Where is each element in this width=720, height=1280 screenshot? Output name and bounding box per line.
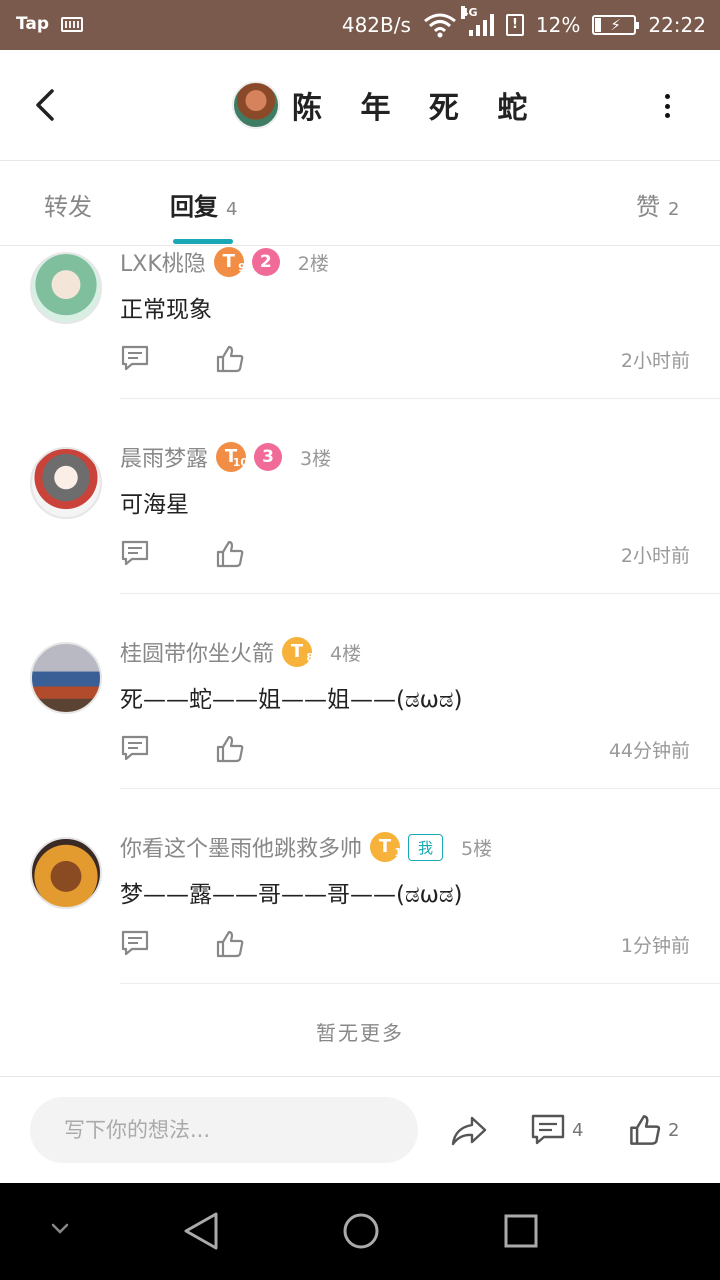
level-badge: T 10: [216, 442, 248, 472]
comment-icon[interactable]: [120, 539, 150, 567]
reply-time: 44分钟前: [608, 740, 690, 762]
level-badge-number: 1: [394, 846, 403, 859]
reply-actions: 2小时前: [120, 539, 690, 571]
reply-actions: 44分钟前: [120, 734, 690, 766]
reply-time: 2小时前: [620, 545, 690, 567]
reply-time: 1分钟前: [620, 935, 690, 957]
me-tag: 我: [408, 833, 444, 861]
reply-content: 梦——露——哥——哥——(ಡωಡ): [120, 882, 463, 908]
reply-item: 晨雨梦露 T 10 3 3楼 可海星 2小时前: [0, 399, 720, 594]
top-bar: 陈 年 死 蛇: [0, 50, 720, 161]
username[interactable]: 桂圆带你坐火箭: [120, 636, 274, 668]
share-icon[interactable]: [450, 1115, 488, 1147]
status-bar: Tap 482B/s 4G ! 12% ⚡ 22:22: [0, 0, 720, 50]
no-more-text: 暂无更多: [316, 1021, 404, 1045]
battery-percent: 12%: [535, 13, 581, 37]
comment-input[interactable]: [30, 1097, 418, 1163]
home-circle-icon[interactable]: [342, 1211, 380, 1251]
level-badge-number: 8: [306, 651, 315, 664]
floor-number: 4楼: [330, 642, 362, 665]
thumbs-up-icon[interactable]: [215, 344, 245, 374]
thumbs-up-icon[interactable]: [215, 929, 245, 959]
reply-time: 2小时前: [620, 350, 690, 372]
comment-count-button[interactable]: 4: [530, 1113, 583, 1147]
page-title: 陈 年 死 蛇: [292, 91, 542, 126]
user-avatar[interactable]: [30, 252, 102, 324]
rank-badge: 3: [254, 443, 283, 471]
level-badge-number: 10: [232, 456, 249, 469]
floor-number: 3楼: [300, 447, 332, 470]
like-count: 2: [668, 1119, 680, 1141]
username[interactable]: 晨雨梦露: [120, 441, 208, 473]
system-nav-bar: [0, 1183, 720, 1280]
reply-meta: 你看这个墨雨他跳救多帅 T1 我 5楼: [120, 831, 492, 863]
comment-icon[interactable]: [120, 929, 150, 957]
floor-number: 5楼: [461, 837, 493, 860]
level-badge-letter: T: [378, 836, 392, 857]
comment-icon[interactable]: [120, 734, 150, 762]
reply-actions: 1分钟前: [120, 929, 690, 961]
network-type: 4G: [460, 6, 478, 19]
chevron-left-icon[interactable]: [28, 85, 68, 125]
floor-number: 2楼: [297, 252, 329, 275]
username[interactable]: 你看这个墨雨他跳救多帅: [120, 831, 362, 863]
level-badge: T8: [282, 637, 314, 667]
reply-item: 你看这个墨雨他跳救多帅 T1 我 5楼 梦——露——哥——哥——(ಡωಡ) 1分…: [0, 789, 720, 984]
reply-content: 正常现象: [120, 297, 212, 323]
status-left: Tap: [16, 14, 84, 34]
recent-apps-icon[interactable]: [503, 1213, 539, 1249]
signal-icon: 4G: [460, 6, 494, 36]
keyboard-icon: [61, 16, 84, 32]
level-badge: T1: [370, 832, 402, 862]
sim-alert-icon: !: [505, 14, 524, 36]
battery-icon: ⚡: [592, 15, 640, 35]
thumbs-up-icon[interactable]: [215, 539, 245, 569]
level-badge: T9: [213, 247, 246, 277]
comment-icon: [531, 1114, 565, 1145]
user-avatar[interactable]: [30, 837, 102, 909]
like-count-button[interactable]: 2: [628, 1113, 679, 1147]
comment-bar: 4 2: [0, 1077, 720, 1183]
net-speed: 482B/s: [341, 13, 411, 37]
author-avatar[interactable]: [232, 81, 280, 129]
app-label: Tap: [16, 14, 50, 34]
reply-item: 桂圆带你坐火箭 T8 4楼 死——蛇——姐——姐——(ಡωಡ) 44分钟前: [0, 594, 720, 789]
back-triangle-icon[interactable]: [182, 1211, 220, 1251]
reply-actions: 2小时前: [120, 344, 690, 376]
reply-content: 可海星: [120, 492, 189, 518]
reply-meta: 桂圆带你坐火箭 T8 4楼: [120, 636, 361, 668]
comment-icon[interactable]: [120, 344, 150, 372]
level-badge-letter: T: [290, 641, 304, 662]
user-avatar[interactable]: [30, 642, 102, 714]
reply-content: 死——蛇——姐——姐——(ಡωಡ): [120, 687, 463, 713]
wifi-icon: [423, 13, 456, 38]
status-right: 482B/s 4G ! 12% ⚡ 22:22: [341, 6, 706, 38]
level-badge-letter: T: [222, 251, 235, 272]
divider: [120, 983, 720, 984]
clock: 22:22: [648, 13, 706, 37]
reply-meta: 晨雨梦露 T 10 3 3楼: [120, 441, 331, 473]
more-vertical-icon[interactable]: [662, 94, 672, 118]
page-title-group[interactable]: 陈 年 死 蛇: [232, 81, 541, 129]
reply-meta: LXK桃隐 T9 2 2楼: [120, 246, 329, 278]
username[interactable]: LXK桃隐: [120, 246, 206, 278]
rank-badge: 2: [251, 248, 280, 276]
comment-count: 4: [572, 1119, 584, 1141]
user-avatar[interactable]: [30, 447, 102, 519]
thumbs-up-icon[interactable]: [215, 734, 245, 764]
thumbs-up-icon: [630, 1115, 661, 1145]
level-badge-number: 9: [238, 261, 246, 274]
reply-item: LXK桃隐 T9 2 2楼 正常现象 2小时前: [0, 204, 720, 399]
chevron-down-icon[interactable]: [48, 1221, 72, 1237]
